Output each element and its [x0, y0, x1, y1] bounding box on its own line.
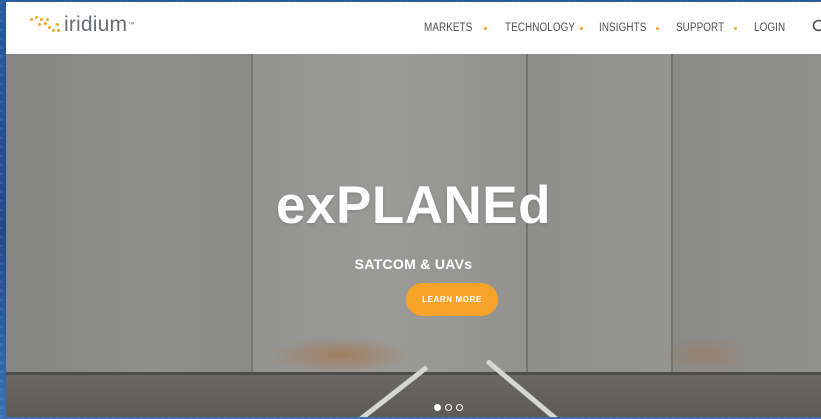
nav-item-technology[interactable]: TECHNOLOGY [505, 22, 575, 34]
nav-separator-dot [484, 26, 487, 30]
rust-stain [666, 338, 746, 372]
logo-wordmark: iridium [64, 13, 128, 36]
learn-more-button[interactable]: LEARN MORE [406, 283, 498, 316]
logo-dots-icon [28, 14, 62, 36]
nav-separator-dot [580, 26, 583, 30]
nav-item-insights[interactable]: INSIGHTS [599, 22, 648, 34]
rust-stain [276, 338, 406, 372]
hero-banner: exPLANEd SATCOM & UAVs LEARN MORE [6, 54, 821, 417]
nav-item-markets[interactable]: MARKETS [424, 22, 476, 34]
search-icon[interactable] [812, 19, 821, 35]
browser-page: iridium ™ MARKETS TECHNOLOGY INSIGHTS SU… [6, 2, 821, 417]
carousel-pagination [434, 404, 463, 411]
site-header: iridium ™ MARKETS TECHNOLOGY INSIGHTS SU… [6, 2, 821, 54]
iridium-logo[interactable]: iridium ™ [28, 14, 134, 36]
carousel-dot-2[interactable] [445, 404, 452, 411]
main-nav: MARKETS TECHNOLOGY INSIGHTS SUPPORT LOGI… [424, 2, 794, 54]
hero-subtitle: SATCOM & UAVs [354, 256, 473, 272]
carousel-dot-1[interactable] [434, 404, 441, 411]
hero-title: exPLANEd [276, 176, 551, 235]
nav-separator-dot [734, 26, 737, 30]
nav-item-login[interactable]: LOGIN [754, 22, 788, 34]
logo-trademark: ™ [128, 22, 135, 28]
carousel-dot-3[interactable] [456, 404, 463, 411]
nav-separator-dot [656, 26, 659, 30]
nav-item-support[interactable]: SUPPORT [676, 22, 726, 34]
